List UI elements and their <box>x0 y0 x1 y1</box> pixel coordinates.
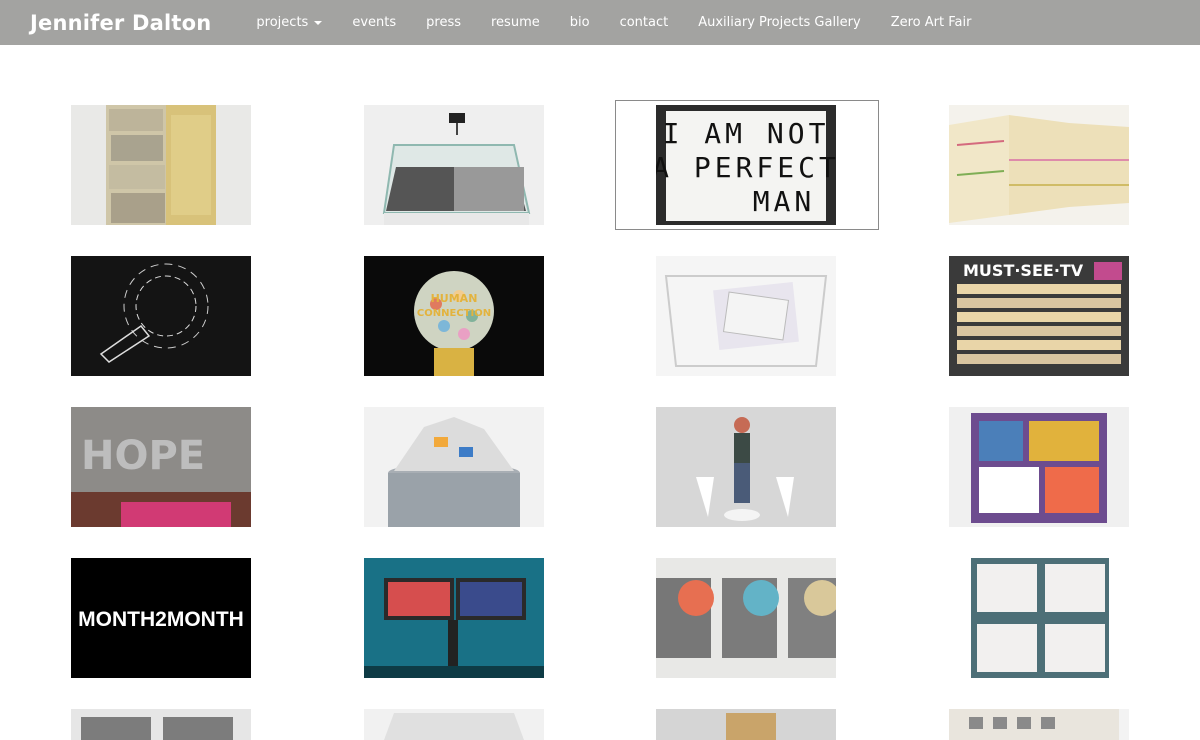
project-thumbnail-wire-basket[interactable] <box>656 256 836 376</box>
project-thumbnail-chalk-drawing[interactable] <box>71 256 251 376</box>
project-thumbnail-briefcase[interactable] <box>949 407 1129 527</box>
project-thumbnail-glass-case[interactable] <box>364 105 544 225</box>
project-thumbnail-row5-1[interactable] <box>71 709 251 740</box>
project-thumbnail-lightbox[interactable]: I AM NOT A PERFECT MAN <box>656 105 836 225</box>
hope-text: HOPE <box>81 433 205 479</box>
project-thumbnail-row5-4[interactable] <box>949 709 1129 740</box>
nav-resume[interactable]: resume <box>476 0 555 45</box>
project-thumbnail-gumball-machine[interactable]: HUMAN CONNECTION <box>364 256 544 376</box>
site-brand[interactable]: Jennifer Dalton <box>30 11 211 35</box>
caret-down-icon <box>314 20 323 25</box>
project-thumbnail-monitors[interactable] <box>364 558 544 678</box>
nav-press[interactable]: press <box>411 0 476 45</box>
lightbox-line1: I AM NOT <box>663 117 830 150</box>
nav-links: projects events press resume bio contact… <box>241 0 986 45</box>
month2month-text: MONTH2MONTH <box>78 608 244 631</box>
nav-zero-art-fair[interactable]: Zero Art Fair <box>876 0 987 45</box>
project-thumbnail-handwritten-cards[interactable] <box>949 105 1129 225</box>
project-thumbnail-trash-bin[interactable] <box>364 407 544 527</box>
nav-bio[interactable]: bio <box>555 0 605 45</box>
project-thumbnail-row5-3[interactable] <box>656 709 836 740</box>
lightbox-line2: A PERFECT <box>656 151 836 184</box>
project-thumbnail-napkins[interactable] <box>949 558 1129 678</box>
must-see-tv-title: MUST·SEE·TV <box>963 261 1084 280</box>
project-thumbnail-hope[interactable]: HOPE <box>71 407 251 527</box>
nav-projects[interactable]: projects <box>241 0 337 45</box>
gumball-text-human: HUMAN <box>431 292 478 305</box>
top-navbar: Jennifer Dalton projects events press re… <box>0 0 1200 45</box>
nav-projects-label: projects <box>256 15 309 30</box>
project-thumbnail-tape-dispensers[interactable] <box>656 558 836 678</box>
project-thumbnail-figurine[interactable] <box>656 407 836 527</box>
lightbox-line3: MAN <box>753 185 816 218</box>
project-thumbnail-month2month[interactable]: MONTH2MONTH <box>71 558 251 678</box>
project-thumbnail-must-see-tv[interactable]: MUST·SEE·TV <box>949 256 1129 376</box>
nav-auxiliary-projects[interactable]: Auxiliary Projects Gallery <box>683 0 875 45</box>
project-thumbnail-row5-2[interactable] <box>364 709 544 740</box>
project-thumbnail-stacked-bundles[interactable] <box>71 105 251 225</box>
nav-contact[interactable]: contact <box>605 0 684 45</box>
gumball-text-connection: CONNECTION <box>417 308 491 319</box>
nav-events[interactable]: events <box>337 0 411 45</box>
